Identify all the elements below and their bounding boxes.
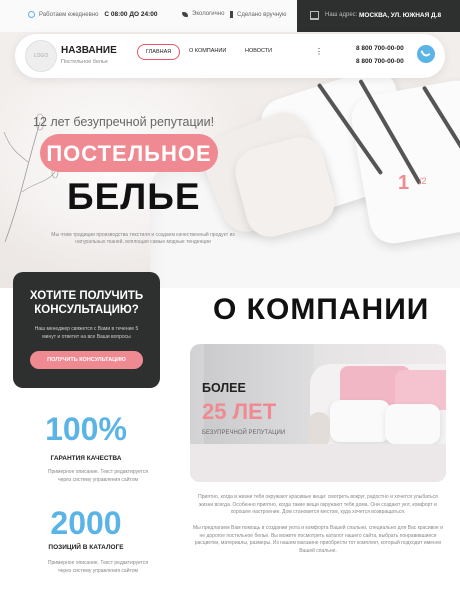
phone-number-1[interactable]: 8 800 700-00-00 — [356, 45, 404, 52]
needle-icon — [230, 11, 233, 18]
working-hours-label: Работаем ежедневно — [39, 11, 99, 18]
handmade-feature: Сделано вручную — [230, 11, 287, 18]
header-nav: LOGO НАЗВАНИЕ Постельное белье ГЛАВНАЯ О… — [15, 34, 445, 78]
about-text-2: Мы предлагаем Вам помощь в создании уюта… — [192, 525, 444, 554]
stat-value-catalog: 2000 — [50, 505, 122, 541]
hero-title-line2: БЕЛЬЕ — [67, 176, 201, 217]
consultation-description: Наш менеджер свяжется с Вами в течение 5… — [34, 326, 139, 340]
more-icon[interactable]: ⋮ — [315, 47, 323, 56]
nav-about[interactable]: О КОМПАНИИ — [189, 48, 226, 54]
building-icon — [310, 11, 319, 20]
leaf-icon — [182, 11, 188, 17]
hero-title-pill: ПОСТЕЛЬНОЕ — [40, 134, 218, 172]
stat-label-quality: ГАРАНТИЯ КАЧЕСТВА — [50, 455, 122, 462]
nav-home[interactable]: ГЛАВНАЯ — [137, 44, 181, 60]
consultation-title: ХОТИТЕ ПОЛУЧИТЬ КОНСУЛЬТАЦИЮ? — [29, 290, 144, 317]
about-title: О КОМПАНИИ — [213, 293, 430, 326]
about-image-line1: БОЛЕЕ — [202, 381, 246, 395]
brand-name: НАЗВАНИЕ — [61, 45, 117, 56]
slide-counter-current: 1 — [398, 172, 410, 194]
about-image-caption: БЕЗУПРЕЧНОЙ РЕПУТАЦИИ — [202, 430, 286, 436]
eco-label: Экологично — [192, 11, 225, 17]
phone-number-2[interactable]: 8 800 700-00-00 — [356, 58, 404, 65]
teddy-bear-icon — [308, 412, 330, 448]
get-consultation-button[interactable]: ПОЛУЧИТЬ КОНСУЛЬТАЦИЮ — [30, 351, 143, 369]
brand-tagline: Постельное белье — [61, 59, 108, 65]
working-hours-value: С 08:00 ДО 24:00 — [104, 11, 158, 18]
top-info-bar: Работаем ежедневно С 08:00 ДО 24:00 Экол… — [0, 0, 460, 32]
eco-feature: Экологично — [182, 11, 224, 17]
consultation-card: ХОТИТЕ ПОЛУЧИТЬ КОНСУЛЬТАЦИЮ? Наш менедж… — [13, 272, 160, 388]
stat-value-quality: 100% — [45, 411, 127, 447]
working-hours: Работаем ежедневно С 08:00 ДО 24:00 — [28, 11, 157, 18]
clock-icon — [28, 11, 35, 18]
about-image-years: 25 ЛЕТ — [202, 399, 277, 424]
about-text-1: Приятно, когда в жизни тебя окружают кра… — [198, 494, 438, 515]
handmade-label: Сделано вручную — [237, 11, 287, 18]
stat-desc-quality: Примерное описание. Текст редактируется … — [47, 469, 149, 483]
address-value: МОСКВА, УЛ. ЮЖНАЯ Д.8 — [359, 12, 442, 19]
logo[interactable]: LOGO — [25, 40, 57, 72]
address-block: Наш адрес: МОСКВА, УЛ. ЮЖНАЯ Д.8 — [297, 0, 460, 32]
phone-icon[interactable] — [417, 45, 435, 63]
slide-counter-total: /2 — [419, 176, 427, 186]
nav-news[interactable]: НОВОСТИ — [245, 48, 272, 54]
address-label: Наш адрес: — [325, 12, 358, 18]
hero-reputation: 12 лет безупречной репутации! — [33, 115, 215, 129]
hero-description: Мы чтим традиции производства текстиля и… — [51, 232, 235, 245]
stat-desc-catalog: Примерное описание. Текст редактируется … — [47, 560, 149, 574]
about-image: БОЛЕЕ 25 ЛЕТ БЕЗУПРЕЧНОЙ РЕПУТАЦИИ — [190, 344, 446, 482]
hero-title-line1: ПОСТЕЛЬНОЕ — [46, 141, 212, 166]
stat-label-catalog: ПОЗИЦИЙ В КАТАЛОГЕ — [48, 544, 124, 551]
